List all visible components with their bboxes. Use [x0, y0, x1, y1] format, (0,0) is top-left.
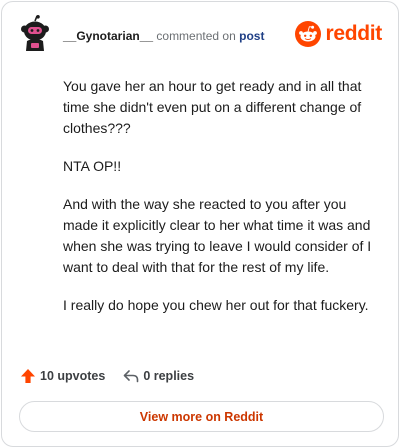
upvotes-stat[interactable]: 10 upvotes	[20, 368, 105, 384]
comment-paragraph: NTA OP!!	[63, 158, 122, 174]
comment-paragraph: I really do hope you chew her out for th…	[63, 297, 369, 313]
reddit-wordmark: reddit	[325, 22, 382, 45]
reddit-logo-icon	[295, 21, 322, 47]
comment-body: You gave her an hour to get ready and in…	[63, 76, 381, 333]
view-more-on-reddit-button[interactable]: View more on Reddit	[19, 401, 384, 432]
comment-paragraph: You gave her an hour to get ready and in…	[63, 78, 362, 136]
comment-paragraph: And with the way she reacted to you afte…	[63, 196, 372, 275]
username-link[interactable]: __Gynotarian__	[63, 29, 153, 43]
post-link[interactable]: post	[239, 29, 264, 43]
comment-header: __Gynotarian__ commented on post reddit	[2, 2, 398, 68]
replies-count: 0 replies	[143, 369, 195, 383]
reddit-comment-embed: __Gynotarian__ commented on post reddit …	[1, 1, 399, 447]
comment-stats: 10 upvotes 0 replies	[20, 368, 194, 384]
comment-meta: __Gynotarian__ commented on post	[63, 29, 264, 43]
upvote-arrow-icon	[21, 369, 35, 383]
reply-arrow-icon	[124, 370, 139, 383]
reddit-brand[interactable]: reddit	[295, 21, 382, 47]
upvotes-count: 10 upvotes	[40, 369, 106, 383]
user-avatar-icon[interactable]	[20, 15, 50, 51]
commented-on-label: commented on	[156, 29, 236, 43]
replies-stat[interactable]: 0 replies	[123, 369, 194, 383]
